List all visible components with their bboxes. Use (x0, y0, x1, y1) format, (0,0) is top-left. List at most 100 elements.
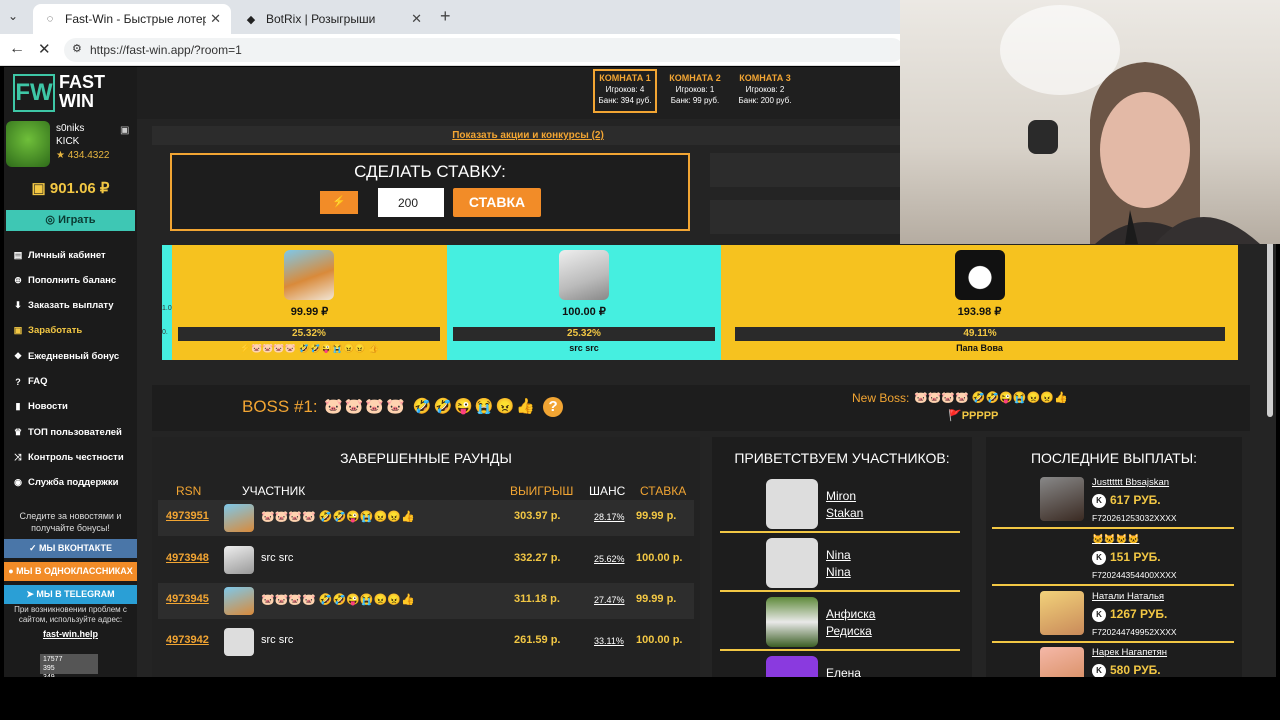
sidebar-item[interactable]: ? FAQ (12, 372, 47, 392)
avatar (766, 538, 818, 588)
round-id[interactable]: 4973951 (166, 510, 209, 522)
logo-text: FAST WIN (59, 72, 106, 111)
user-first-name[interactable]: Miron (826, 489, 856, 503)
room-2-tab[interactable]: КОМНАТА 2 Игроков: 1 Банк: 99 руб. (663, 69, 727, 113)
round-chance[interactable]: 28.17% (594, 512, 625, 522)
round-id[interactable]: 4973948 (166, 552, 209, 564)
player-avatar (284, 250, 334, 300)
round-id[interactable]: 4973945 (166, 593, 209, 605)
user-first-name[interactable]: Nina (826, 548, 851, 562)
back-icon[interactable]: ← (9, 40, 25, 58)
close-icon[interactable]: ✕ (210, 11, 221, 27)
player-percent: 49.11% (963, 328, 997, 339)
id-card-icon[interactable]: ▣ (120, 125, 129, 136)
sidebar-item-label: Служба поддержки (28, 477, 119, 489)
sidebar-item[interactable]: ◉ Служба поддержки (12, 473, 118, 493)
sidebar-item[interactable]: ⤨ Контроль честности (12, 447, 123, 467)
user-last-name[interactable]: Nina (826, 565, 851, 579)
url-field[interactable]: ⚙ https://fast-win.app/?room=1 (64, 38, 904, 62)
stop-loading-icon[interactable]: ✕ (38, 40, 51, 58)
boss-label: BOSS #1: (242, 397, 318, 416)
sidebar-item[interactable]: ♛ ТОП пользователей (12, 422, 122, 442)
round-id[interactable]: 4973942 (166, 634, 209, 646)
telegram-button[interactable]: ➤ МЫ В TELEGRAM (4, 585, 137, 604)
payout-user[interactable]: Натали Наталья (1092, 591, 1164, 602)
trophy-icon: ♛ (13, 426, 23, 437)
balance: ▣ 901.06 ₽ (31, 180, 110, 197)
place-bet-button[interactable]: СТАВКА (453, 188, 541, 217)
room-1-tab[interactable]: КОМНАТА 1 Игроков: 4 Банк: 394 руб. (593, 69, 657, 113)
quick-bet-button[interactable]: ⚡ (320, 191, 358, 214)
player-avatar (224, 587, 254, 615)
tab-botrix[interactable]: ◆ BotRix | Розыгрыши ✕ (234, 4, 432, 34)
sidebar: FW FAST WIN s0niks KICK ★ 434.4322 ▣ ▣ 90… (4, 67, 137, 677)
user-platform: KICK (56, 136, 80, 147)
player-name: src src (569, 343, 599, 353)
ok-button[interactable]: ● МЫ В ОДНОКЛАССНИКАХ (4, 562, 137, 581)
sidebar-item[interactable]: ⊕ Пополнить баланс (12, 270, 116, 290)
round-chance[interactable]: 27.47% (594, 595, 625, 605)
players-strip: 1.0 0. 99.99 ₽ 25.32% ⚡🐷🐷🐷🐷 🤣🤣😜😭😠😠 👍 100… (162, 245, 1238, 360)
table-row[interactable]: 4973945 🐷🐷🐷🐷 🤣🤣😜😭😠😠👍 311.18 р. 27.47% 99… (158, 583, 694, 619)
user-last-name[interactable]: Редиска (826, 624, 872, 638)
user-first-name[interactable]: Елена (826, 666, 861, 677)
vk-button[interactable]: ✓ МЫ ВКОНТАКТЕ (4, 539, 137, 558)
sidebar-item-label: Ежедневный бонус (28, 350, 120, 362)
avatar (1040, 591, 1084, 635)
sidebar-item[interactable]: ▮ Новости (12, 397, 68, 417)
username: s0niks (56, 123, 85, 134)
round-bet: 99.99 р. (636, 510, 677, 522)
list-item[interactable]: Miron Stakan (720, 475, 960, 533)
new-boss-flag: 🚩PPPPP (948, 410, 999, 422)
question-icon[interactable]: ? (543, 397, 564, 417)
avatar (1040, 647, 1084, 677)
close-icon[interactable]: ✕ (411, 11, 422, 27)
list-item[interactable]: Елена (720, 652, 960, 677)
payout-user[interactable]: Justttttt Bbsajskan (1092, 477, 1169, 488)
welcome-title: ПРИВЕТСТВУЕМ УЧАСТНИКОВ: (734, 450, 950, 466)
sidebar-item[interactable]: ⬇ Заказать выплату (12, 296, 114, 316)
sidebar-item[interactable]: ▤ Личный кабинет (12, 245, 106, 265)
sidebar-item[interactable]: ▣ Заработать (12, 321, 82, 341)
play-button[interactable]: ◎ Играть (6, 210, 135, 231)
tab-fast-win[interactable]: ◌ Fast-Win - Быстрые лотереи! Ком ✕ (33, 4, 231, 34)
tab-list-icon[interactable]: ⌄ (8, 9, 18, 23)
list-item[interactable]: Nina Nina (720, 534, 960, 592)
sidebar-item[interactable]: ❖ Ежедневный бонус (12, 346, 119, 366)
table-row[interactable]: 4973951 🐷🐷🐷🐷 🤣🤣😜😭😠😠👍 303.97 р. 28.17% 99… (158, 500, 694, 536)
player-card[interactable]: 99.99 ₽ 25.32% ⚡🐷🐷🐷🐷 🤣🤣😜😭😠😠 👍 (172, 245, 447, 360)
sidebar-item-label: Личный кабинет (28, 249, 106, 261)
logo[interactable]: FW FAST WIN (13, 73, 113, 113)
round-player: src src (261, 634, 294, 646)
player-card[interactable]: 100.00 ₽ 25.32% src src (447, 245, 721, 360)
sidebar-item-label: ТОП пользователей (28, 426, 122, 438)
round-chance[interactable]: 25.62% (594, 554, 625, 564)
list-item: Натали Наталья K 1267 РУБ. F720244749952X… (992, 587, 1234, 643)
counter-badge[interactable]: 17577395349 (40, 654, 98, 677)
avatar (1040, 477, 1084, 521)
bet-amount-input[interactable] (378, 188, 444, 217)
logo-mark: FW (13, 74, 55, 112)
table-row[interactable]: 4973942 src src 261.59 р. 33.11% 100.00 … (158, 624, 694, 660)
payout-user[interactable]: Нарек Нагапетян (1092, 647, 1167, 658)
round-win: 303.97 р. (514, 510, 561, 522)
new-tab-icon[interactable]: + (440, 6, 451, 27)
site-info-icon[interactable]: ⚙ (72, 42, 82, 55)
promo-link[interactable]: Показать акции и конкурсы (2) (152, 126, 904, 145)
gift-icon: ❖ (13, 350, 23, 361)
player-card[interactable]: 193.98 ₽ 49.11% Папа Вова (721, 245, 1238, 360)
user-first-name[interactable]: Анфиска (826, 607, 875, 621)
round-bet: 100.00 р. (636, 552, 683, 564)
avatar[interactable] (6, 121, 50, 167)
payout-user[interactable]: 🐱🐱🐱🐱 (1092, 534, 1139, 545)
payout-code: F720261253032XXXX (1092, 513, 1177, 523)
user-last-name[interactable]: Stakan (826, 506, 863, 520)
room-3-tab[interactable]: КОМНАТА 3 Игроков: 2 Банк: 200 руб. (733, 69, 797, 113)
table-row[interactable]: 4973948 src src 332.27 р. 25.62% 100.00 … (158, 542, 694, 578)
round-chance[interactable]: 33.11% (594, 636, 624, 646)
list-item[interactable]: Анфиска Редиска (720, 593, 960, 651)
round-bet: 100.00 р. (636, 634, 683, 646)
col-chance: ШАНС (589, 484, 626, 498)
sidebar-item-label: Заказать выплату (28, 300, 114, 312)
help-link[interactable]: fast-win.help (4, 629, 137, 639)
